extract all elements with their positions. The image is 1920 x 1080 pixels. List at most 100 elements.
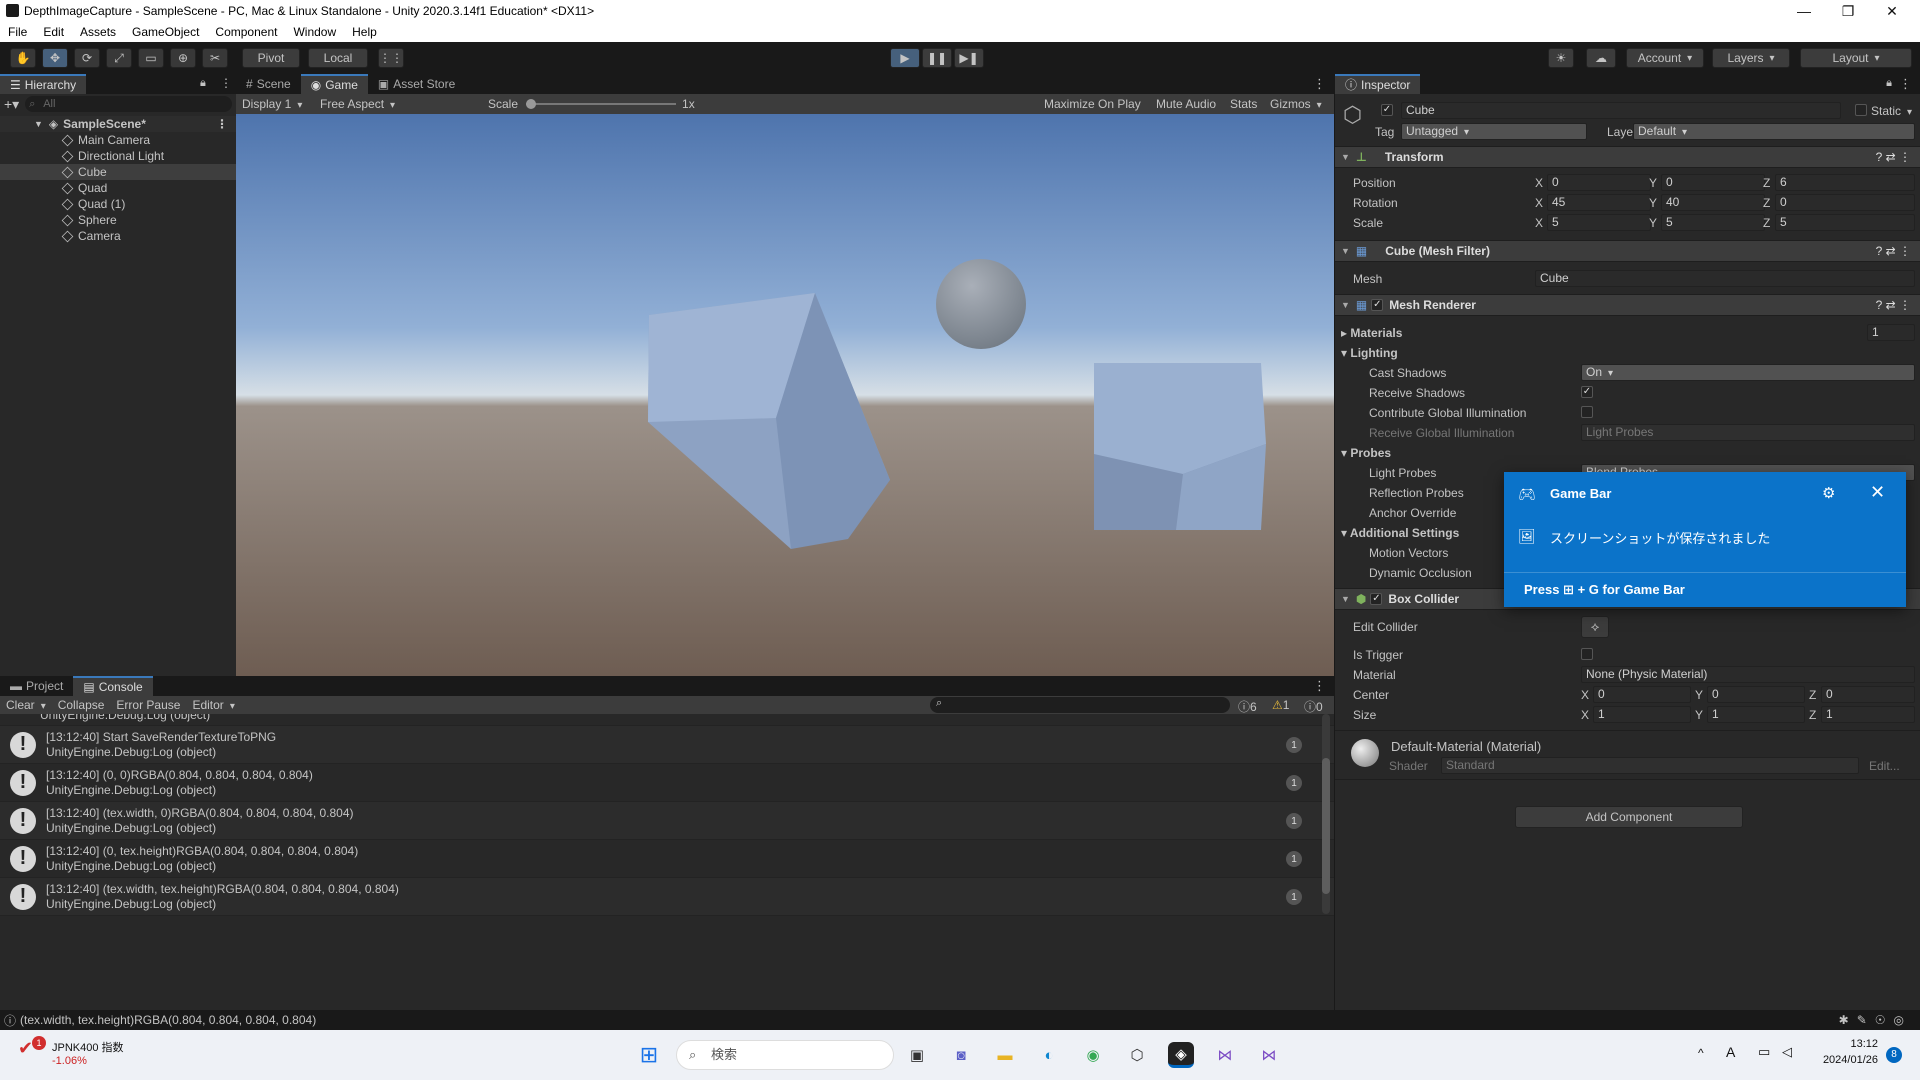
mesh-field[interactable]: Cube: [1535, 270, 1915, 287]
collapse-toggle[interactable]: Collapse: [52, 698, 111, 712]
menu-component[interactable]: Component: [207, 22, 285, 42]
console-log-row[interactable]: ! [13:12:40] (0, tex.height)RGBA(0.804, …: [0, 840, 1334, 878]
hierarchy-item-quad-1[interactable]: Quad (1): [0, 196, 236, 212]
aspect-dropdown[interactable]: Free Aspect: [314, 97, 476, 111]
hierarchy-item-main-camera[interactable]: Main Camera: [0, 132, 236, 148]
chrome-browser-icon[interactable]: ◉: [1080, 1042, 1106, 1068]
game-menu-icon[interactable]: ⋮: [1313, 76, 1326, 92]
hierarchy-item-camera[interactable]: Camera: [0, 228, 236, 244]
step-button[interactable]: ▶❚: [954, 48, 984, 68]
receive-shadows-checkbox[interactable]: ✓: [1581, 386, 1593, 398]
tab-inspector[interactable]: ⓘ Inspector: [1335, 74, 1421, 94]
component-help-icon[interactable]: ? ⇄ ⋮: [1876, 150, 1911, 164]
materials-foldout[interactable]: ▸ Materials: [1341, 326, 1402, 340]
stats-toggle[interactable]: Stats: [1230, 97, 1257, 111]
editor-dropdown[interactable]: Editor: [186, 698, 240, 712]
clear-button[interactable]: Clear: [0, 698, 52, 712]
teams-chat-icon[interactable]: ◙: [948, 1042, 974, 1068]
rotate-tool-icon[interactable]: ⟳: [74, 48, 100, 68]
static-dropdown[interactable]: Static: [1871, 104, 1912, 118]
probes-foldout[interactable]: ▾ Probes: [1341, 446, 1391, 460]
warning-count-toggle[interactable]: ⚠1: [1272, 698, 1289, 712]
close-icon[interactable]: ✕: [1870, 482, 1885, 503]
tray-chevron-icon[interactable]: ^: [1698, 1046, 1704, 1060]
layers-dropdown[interactable]: Layers: [1712, 48, 1790, 68]
expand-arrow-icon[interactable]: ▼: [34, 116, 43, 132]
center-x-field[interactable]: 0: [1593, 686, 1691, 703]
game-viewport[interactable]: [236, 114, 1334, 676]
console-log-row[interactable]: ! [13:12:40] Start SaveRenderTextureToPN…: [0, 726, 1334, 764]
rotation-z-field[interactable]: 0: [1775, 194, 1915, 211]
scale-z-field[interactable]: 5: [1775, 214, 1915, 231]
hierarchy-item-directional-light[interactable]: Directional Light: [0, 148, 236, 164]
clock-time[interactable]: 13:12: [1812, 1038, 1878, 1050]
close-window-button[interactable]: ✕: [1874, 0, 1910, 22]
account-dropdown[interactable]: Account: [1626, 48, 1704, 68]
lock-icon[interactable]: 🔒︎: [1886, 77, 1892, 90]
ime-indicator[interactable]: A: [1726, 1044, 1735, 1060]
maximize-button[interactable]: ❐: [1830, 0, 1866, 22]
contribute-gi-checkbox[interactable]: [1581, 406, 1593, 418]
tab-asset-store[interactable]: ▣ Asset Store: [368, 74, 465, 94]
hierarchy-item-quad[interactable]: Quad: [0, 180, 236, 196]
menu-help[interactable]: Help: [344, 22, 385, 42]
windows-start-icon[interactable]: ⊞: [636, 1042, 662, 1068]
size-y-field[interactable]: 1: [1707, 706, 1805, 723]
hand-tool-icon[interactable]: ✋: [10, 48, 36, 68]
hierarchy-search-input[interactable]: ⌕ All: [25, 96, 232, 112]
collapse-arrow-icon[interactable]: ▼: [1341, 246, 1350, 256]
display-dropdown[interactable]: Display 1: [236, 97, 314, 111]
cloud-icon[interactable]: ☁: [1586, 48, 1616, 68]
settings-gear-icon[interactable]: ⚙: [1822, 484, 1835, 502]
status-message[interactable]: (tex.width, tex.height)RGBA(0.804, 0.804…: [20, 1013, 316, 1027]
position-z-field[interactable]: 6: [1775, 174, 1915, 191]
console-menu-icon[interactable]: ⋮: [1313, 678, 1326, 694]
move-tool-icon[interactable]: ✥: [42, 48, 68, 68]
size-x-field[interactable]: 1: [1593, 706, 1691, 723]
menu-edit[interactable]: Edit: [35, 22, 72, 42]
collab-icon[interactable]: ☀: [1548, 48, 1574, 68]
cast-shadows-dropdown[interactable]: On: [1581, 364, 1915, 381]
object-name-field[interactable]: Cube: [1401, 102, 1841, 119]
layout-dropdown[interactable]: Layout: [1800, 48, 1912, 68]
static-checkbox[interactable]: [1855, 104, 1867, 116]
add-create-icon[interactable]: +▾: [4, 96, 19, 113]
taskbar-search-box[interactable]: ⌕ 検索: [676, 1040, 894, 1070]
scale-slider[interactable]: [526, 99, 677, 109]
menu-assets[interactable]: Assets: [72, 22, 124, 42]
console-search-input[interactable]: ⌕: [930, 697, 1230, 713]
edit-collider-button[interactable]: ⟡: [1581, 616, 1609, 638]
scale-slider-handle[interactable]: [526, 99, 537, 109]
box-collider-enabled-checkbox[interactable]: ✓: [1370, 593, 1383, 605]
tab-game[interactable]: ◉ Game: [300, 74, 368, 94]
pivot-toggle[interactable]: Pivot: [242, 48, 300, 68]
menu-gameobject[interactable]: GameObject: [124, 22, 207, 42]
scale-x-field[interactable]: 5: [1547, 214, 1651, 231]
file-explorer-icon[interactable]: ▬: [992, 1042, 1018, 1068]
materials-count-field[interactable]: 1: [1867, 324, 1915, 341]
log-count-toggle[interactable]: ⓘ6: [1238, 698, 1257, 715]
active-checkbox[interactable]: ✓: [1381, 104, 1393, 116]
is-trigger-checkbox[interactable]: [1581, 648, 1593, 660]
notification-badge[interactable]: 8: [1886, 1047, 1902, 1063]
inspector-menu-icon[interactable]: ⋮: [1899, 76, 1912, 92]
collapse-arrow-icon[interactable]: ▼: [1341, 300, 1350, 310]
component-help-icon[interactable]: ? ⇄ ⋮: [1876, 244, 1911, 258]
error-count-toggle[interactable]: ⓘ0: [1304, 698, 1323, 715]
stock-widget-icon[interactable]: ✔: [18, 1038, 33, 1059]
rotation-x-field[interactable]: 45: [1547, 194, 1651, 211]
rect-tool-icon[interactable]: ▭: [138, 48, 164, 68]
grid-snap-icon[interactable]: ⋮⋮: [378, 48, 404, 68]
console-log-row-partial[interactable]: UnityEngine.Debug:Log (object): [0, 714, 1334, 726]
collapse-arrow-icon[interactable]: ▼: [1341, 594, 1350, 604]
stock-name[interactable]: JPNK400 指数: [52, 1039, 124, 1055]
console-log-row[interactable]: ! [13:12:40] (tex.width, tex.height)RGBA…: [0, 878, 1334, 916]
center-z-field[interactable]: 0: [1821, 686, 1915, 703]
console-log-row[interactable]: ! [13:12:40] (0, 0)RGBA(0.804, 0.804, 0.…: [0, 764, 1334, 802]
tab-scene[interactable]: # Scene: [236, 74, 301, 94]
menu-window[interactable]: Window: [285, 22, 344, 42]
position-y-field[interactable]: 0: [1661, 174, 1765, 191]
transform-tool-icon[interactable]: ⊕: [170, 48, 196, 68]
tab-console[interactable]: ▤ Console: [73, 676, 153, 696]
layer-dropdown[interactable]: Default: [1633, 123, 1915, 140]
